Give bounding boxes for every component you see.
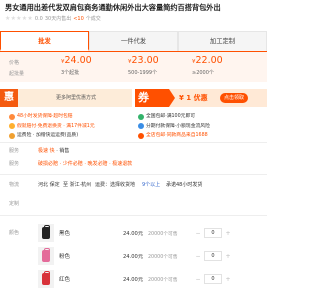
sku-name: 粉色 bbox=[59, 254, 71, 260]
benefit-text: 运费险 · 加赠快运运费(品质) bbox=[17, 133, 79, 138]
service-tag: 销售 bbox=[59, 148, 70, 154]
sku-stock: 20000个可售 bbox=[148, 277, 178, 283]
benefit-text: 全店包邮·同款商品来自1688 bbox=[146, 133, 208, 138]
tier-price: 24.00 bbox=[64, 55, 92, 66]
sold-count: <10 bbox=[73, 15, 84, 22]
sold-prefix: 30天内售出 bbox=[44, 16, 72, 22]
increase-button[interactable]: + bbox=[224, 276, 232, 283]
tier-qty: ≥2000个 bbox=[192, 70, 214, 76]
sku-name: 黑色 bbox=[59, 231, 71, 237]
decrease-button[interactable]: − bbox=[194, 276, 202, 283]
coupon-value: ¥ 1 优惠 bbox=[179, 94, 208, 102]
price-label: 价格 bbox=[9, 60, 20, 66]
sku-price: 24.00元 bbox=[123, 276, 144, 283]
quantity-stepper: − 0 + bbox=[194, 228, 232, 238]
moq-label: 起批量 bbox=[9, 71, 25, 77]
price-tier: ¥22.00 ≥2000个 bbox=[192, 55, 223, 76]
sku-stock: 20000个可售 bbox=[148, 254, 178, 260]
claim-coupon-button[interactable]: 点击领取 bbox=[220, 93, 249, 103]
sku-name: 红色 bbox=[59, 277, 71, 283]
quantity-input[interactable]: 0 bbox=[204, 274, 222, 284]
tab-custom[interactable]: 加工定制 bbox=[178, 31, 267, 51]
sku-thumbnail[interactable] bbox=[38, 247, 54, 265]
divider bbox=[0, 215, 267, 216]
service-tag: 快 bbox=[49, 148, 55, 154]
tab-dropship[interactable]: 一件代发 bbox=[89, 31, 178, 51]
divider bbox=[0, 174, 267, 175]
sku-stock: 20000个可售 bbox=[148, 231, 178, 237]
backpack-icon bbox=[42, 225, 50, 239]
increase-button[interactable]: + bbox=[224, 230, 232, 237]
sold-unit: 个成交 bbox=[85, 16, 101, 22]
coupon-banner: 券 ¥ 1 优惠 点击领取 bbox=[135, 89, 267, 107]
color-label: 颜色 bbox=[9, 230, 20, 236]
rating-stars: ★★★★★ bbox=[5, 15, 33, 22]
quantity-stepper: − 0 + bbox=[194, 274, 232, 284]
sku-price: 24.00元 bbox=[123, 253, 144, 260]
logistics-from: 河北 保定 bbox=[38, 182, 60, 188]
logistics-label: 物流 bbox=[9, 182, 20, 188]
benefits-left: 48小时发货保障·超时包赔 假就赔付·免费退换货 · 满17件减1元 运费险 ·… bbox=[9, 112, 95, 141]
truck-icon bbox=[9, 132, 15, 139]
logistics-fee[interactable]: 运费：选择收货地 bbox=[95, 181, 135, 188]
logistics-to[interactable]: 至 浙江·杭州 bbox=[63, 181, 91, 188]
tier-price: 22.00 bbox=[195, 55, 223, 66]
more-offers-text: 更多阿里优惠方式 bbox=[56, 95, 97, 101]
sku-thumbnail[interactable] bbox=[38, 270, 54, 288]
service-tag: 极速 bbox=[38, 148, 49, 154]
shipping-icon bbox=[138, 113, 144, 120]
service-tags: 极速 快 · 销售 bbox=[38, 147, 69, 154]
quantity-input[interactable]: 0 bbox=[204, 228, 222, 238]
custom-label: 定制 bbox=[9, 201, 20, 207]
logistics-stock: 9个以上 bbox=[142, 182, 161, 188]
backpack-icon bbox=[42, 248, 50, 262]
tab-wholesale[interactable]: 批发 bbox=[0, 31, 89, 51]
rating-bar: ★★★★★ 0.0 30天内售出 <10 个成交 bbox=[5, 15, 101, 22]
sku-thumbnail[interactable] bbox=[38, 224, 54, 242]
divider bbox=[0, 142, 267, 143]
store-icon bbox=[138, 132, 144, 139]
price-panel: 价格 起批量 ¥24.00 3个起批 ¥23.00 500-1999个 ¥22.… bbox=[0, 52, 267, 82]
tier-price: 23.00 bbox=[131, 55, 159, 66]
sku-row: 红色 24.00元 20000个可售 − 0 + bbox=[38, 268, 267, 290]
service-label: 服务 bbox=[9, 148, 20, 154]
price-tier: ¥24.00 3个起批 bbox=[61, 55, 92, 76]
benefit-text: 假就赔付·免费退换货 · 满17件减1元 bbox=[17, 123, 95, 129]
quantity-input[interactable]: 0 bbox=[204, 251, 222, 261]
service-sep: · bbox=[56, 148, 58, 154]
quan-badge: 券 bbox=[135, 89, 175, 107]
tier-qty: 3个起批 bbox=[61, 70, 80, 76]
purchase-mode-tabs: 批发 一件代发 加工定制 bbox=[0, 31, 267, 52]
decrease-button[interactable]: − bbox=[194, 253, 202, 260]
backpack-icon bbox=[42, 271, 50, 285]
increase-button[interactable]: + bbox=[224, 253, 232, 260]
price-tier: ¥23.00 500-1999个 bbox=[128, 55, 159, 76]
decrease-button[interactable]: − bbox=[194, 230, 202, 237]
rating-score: 0.0 bbox=[34, 15, 43, 22]
promo-bar: 惠 更多阿里优惠方式 券 ¥ 1 优惠 点击领取 bbox=[0, 89, 267, 107]
more-offers[interactable]: 惠 更多阿里优惠方式 bbox=[0, 89, 132, 107]
refund-icon bbox=[9, 123, 15, 130]
quantity-stepper: − 0 + bbox=[194, 251, 232, 261]
hui-badge: 惠 bbox=[0, 89, 18, 107]
sku-row: 黑色 24.00元 20000个可售 − 0 + bbox=[38, 222, 267, 244]
benefits-right: 全国包邮·满100元即可 分期付款保障·小额现金流风险 全店包邮·同款商品来自1… bbox=[138, 112, 210, 141]
benefit-text: 全国包邮·满100元即可 bbox=[146, 114, 196, 119]
sku-price: 24.00元 bbox=[123, 230, 144, 237]
benefit-text: 分期付款保障·小额现金流风险 bbox=[146, 123, 210, 129]
guarantee-text: 破损必赔 · 少件必赔 · 晚发必赔 · 极速退款 bbox=[38, 161, 133, 167]
logistics-ship: 承诺48小时发货 bbox=[166, 182, 203, 188]
tier-qty: 500-1999个 bbox=[128, 70, 158, 76]
sku-row: 粉色 24.00元 20000个可售 − 0 + bbox=[38, 245, 267, 267]
shield-icon bbox=[9, 113, 15, 120]
product-title: 男女通用出差代发双肩包商务通勤休闲外出大容量简约百搭背包外出 bbox=[5, 3, 221, 12]
guarantee-label: 服务 bbox=[9, 161, 20, 167]
credit-icon bbox=[138, 123, 144, 130]
benefit-text: 48小时发货保障·超时包赔 bbox=[17, 114, 73, 119]
